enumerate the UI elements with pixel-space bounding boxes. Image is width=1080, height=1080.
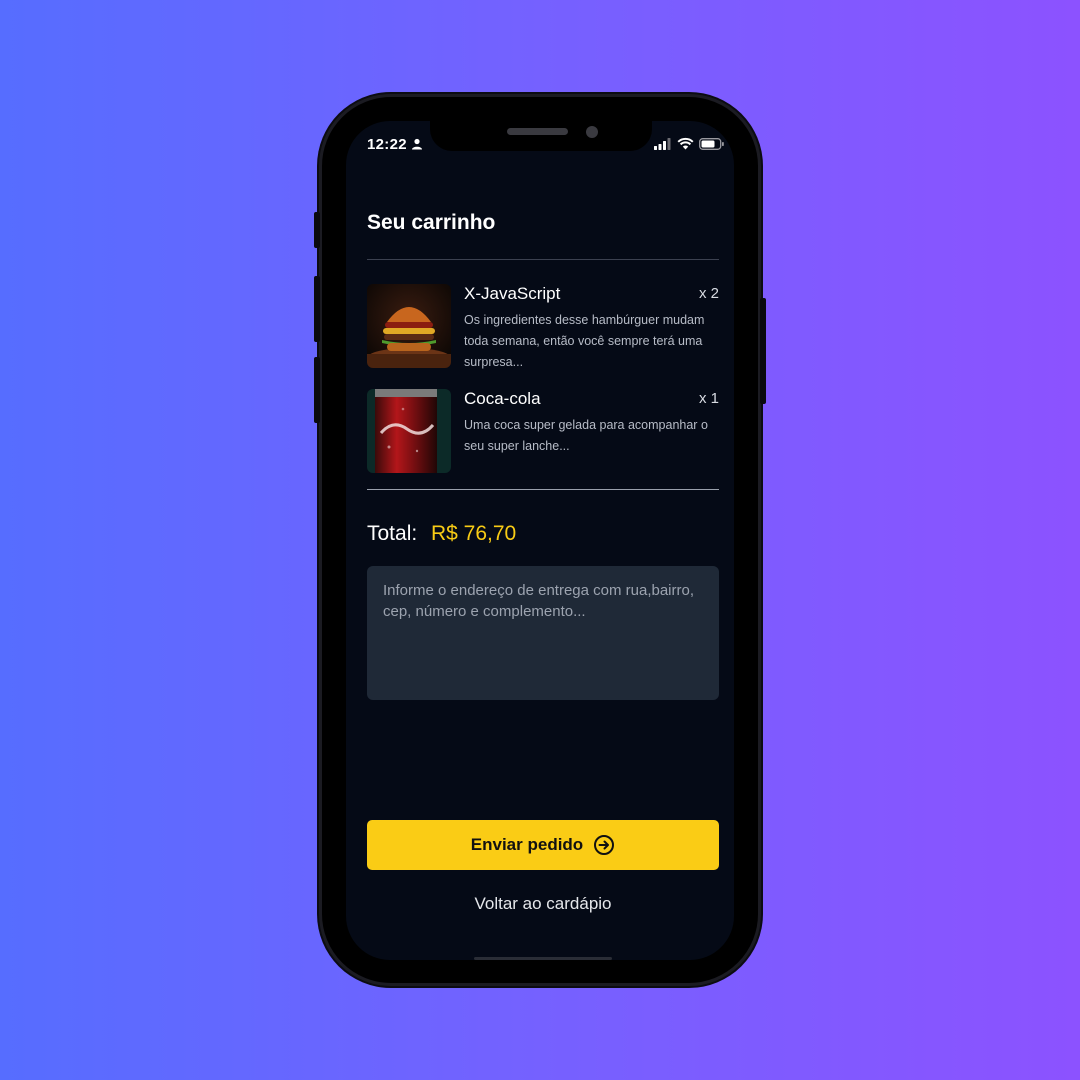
page-title: Seu carrinho <box>367 211 496 234</box>
wifi-icon <box>677 137 694 150</box>
top-divider <box>367 259 719 260</box>
person-icon <box>412 138 422 150</box>
coca-cola-can-image <box>367 389 451 473</box>
back-to-menu-link[interactable]: Voltar ao cardápio <box>367 894 719 914</box>
total-label: Total: <box>367 522 418 545</box>
item-description: Uma coca super gelada para acompanhar o … <box>464 418 708 453</box>
side-button-mute <box>314 212 320 248</box>
speaker-grille <box>507 128 568 135</box>
item-name: X-JavaScript <box>464 284 561 303</box>
soda-can-illustration-icon <box>367 389 451 473</box>
burger-illustration-icon <box>367 284 451 368</box>
cart-item: X-JavaScript x 2 Os ingredientes desse h… <box>367 284 719 370</box>
notch <box>430 121 652 151</box>
side-button-volume-up <box>314 276 320 342</box>
item-description: Os ingredientes desse hambúrguer mudam t… <box>464 313 705 369</box>
battery-icon <box>699 138 724 150</box>
item-name: Coca-cola <box>464 389 541 408</box>
arrow-right-circle-icon <box>594 835 615 855</box>
side-button-volume-down <box>314 357 320 423</box>
front-camera <box>586 126 598 138</box>
item-quantity: x 1 <box>698 390 719 407</box>
cart-item: Coca-cola x 1 Uma coca super gelada para… <box>367 389 719 473</box>
address-input[interactable] <box>367 566 719 700</box>
send-order-button[interactable]: Enviar pedido <box>367 820 719 870</box>
bottom-divider <box>367 489 719 490</box>
signal-icon <box>654 138 671 150</box>
side-button-power <box>760 298 766 404</box>
send-order-label: Enviar pedido <box>470 835 584 854</box>
home-indicator <box>474 957 612 960</box>
status-time: 12:22 <box>367 136 407 153</box>
burger-image <box>367 284 451 368</box>
total-value: R$ 76,70 <box>431 522 517 545</box>
item-quantity: x 2 <box>698 285 719 302</box>
